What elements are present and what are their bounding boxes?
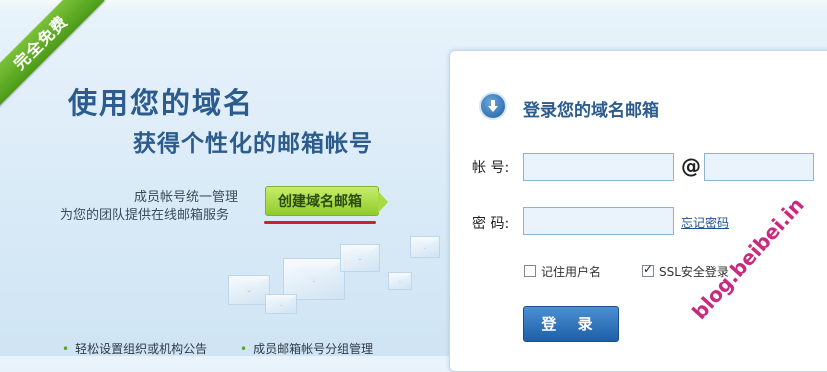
remember-username-label: 记住用户名 [541, 265, 602, 279]
top-band [0, 0, 827, 10]
bullet-icon: • [240, 342, 248, 356]
login-title: 登录您的域名邮箱 [523, 101, 659, 121]
feature-text: 成员邮箱帐号分组管理 [253, 342, 374, 356]
feature-text: 轻松设置组织或机构公告 [75, 342, 208, 356]
password-input[interactable] [523, 207, 674, 235]
envelope-icon [228, 275, 270, 305]
red-underline-annotation [264, 221, 376, 224]
password-label: 密 码: [472, 216, 510, 232]
login-button[interactable]: 登 录 [523, 306, 619, 342]
promo-subheadline: 获得个性化的邮箱帐号 [133, 131, 373, 157]
forgot-password-link[interactable]: 忘记密码 [681, 214, 729, 231]
create-domain-mailbox-button[interactable]: 创建域名邮箱 [265, 186, 388, 216]
down-arrow-icon [479, 92, 507, 120]
feature-item: • 轻松设置组织或机构公告 [62, 340, 207, 357]
promo-headline: 使用您的域名 [68, 86, 255, 120]
at-sign: @ [681, 154, 701, 178]
promo-description-line2: 为您的团队提供在线邮箱服务 [60, 208, 230, 223]
bullet-icon: • [62, 342, 70, 356]
promo-description-line1: 成员帐号统一管理 [134, 190, 239, 205]
envelope-icon [340, 244, 380, 272]
feature-item: • 成员邮箱帐号分组管理 [240, 340, 373, 357]
account-input[interactable] [523, 153, 674, 181]
ssl-login-checkbox[interactable] [642, 262, 654, 277]
envelope-icon [410, 236, 440, 258]
envelope-icon [265, 294, 297, 314]
envelope-icon [388, 272, 412, 290]
remember-username-checkbox[interactable] [524, 265, 536, 277]
account-label: 帐 号: [472, 160, 510, 176]
domain-input[interactable] [704, 153, 814, 181]
